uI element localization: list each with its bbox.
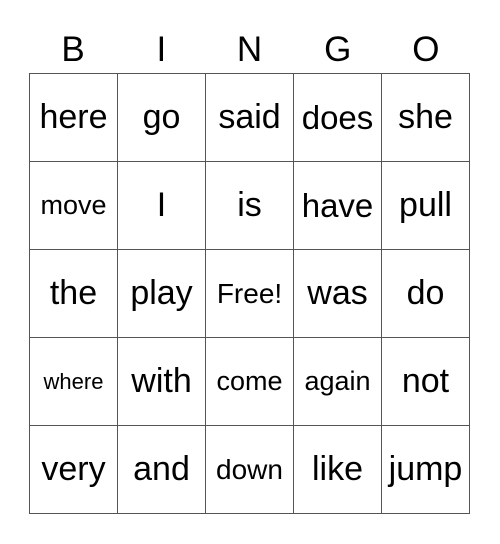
free-space-cell[interactable]: Free! xyxy=(206,250,294,338)
bingo-cell[interactable]: does xyxy=(294,74,382,162)
bingo-cell[interactable]: with xyxy=(118,338,206,426)
bingo-cell[interactable]: where xyxy=(30,338,118,426)
bingo-cell[interactable]: here xyxy=(30,74,118,162)
header-letter-o: O xyxy=(412,30,440,69)
header-letter-n: N xyxy=(236,30,263,69)
bingo-cell[interactable]: the xyxy=(30,250,118,338)
bingo-cell[interactable]: I xyxy=(118,162,206,250)
header-letter-b: B xyxy=(61,30,85,69)
header-letter-g: G xyxy=(324,30,352,69)
bingo-cell[interactable]: she xyxy=(382,74,470,162)
bingo-cell[interactable]: like xyxy=(294,426,382,514)
bingo-header: B I N G O xyxy=(29,28,470,72)
bingo-cell[interactable]: down xyxy=(206,426,294,514)
bingo-cell[interactable]: is xyxy=(206,162,294,250)
bingo-cell[interactable]: come xyxy=(206,338,294,426)
bingo-cell[interactable]: and xyxy=(118,426,206,514)
bingo-cell[interactable]: go xyxy=(118,74,206,162)
header-letter-i: I xyxy=(156,30,167,69)
bingo-cell[interactable]: very xyxy=(30,426,118,514)
bingo-cell[interactable]: again xyxy=(294,338,382,426)
bingo-cell[interactable]: pull xyxy=(382,162,470,250)
bingo-cell[interactable]: jump xyxy=(382,426,470,514)
bingo-cell[interactable]: move xyxy=(30,162,118,250)
bingo-cell[interactable]: said xyxy=(206,74,294,162)
bingo-cell[interactable]: do xyxy=(382,250,470,338)
bingo-cell[interactable]: have xyxy=(294,162,382,250)
bingo-cell[interactable]: not xyxy=(382,338,470,426)
bingo-cell[interactable]: was xyxy=(294,250,382,338)
bingo-cell[interactable]: play xyxy=(118,250,206,338)
bingo-card-grid: here go said does she move I is have pul… xyxy=(29,73,470,514)
